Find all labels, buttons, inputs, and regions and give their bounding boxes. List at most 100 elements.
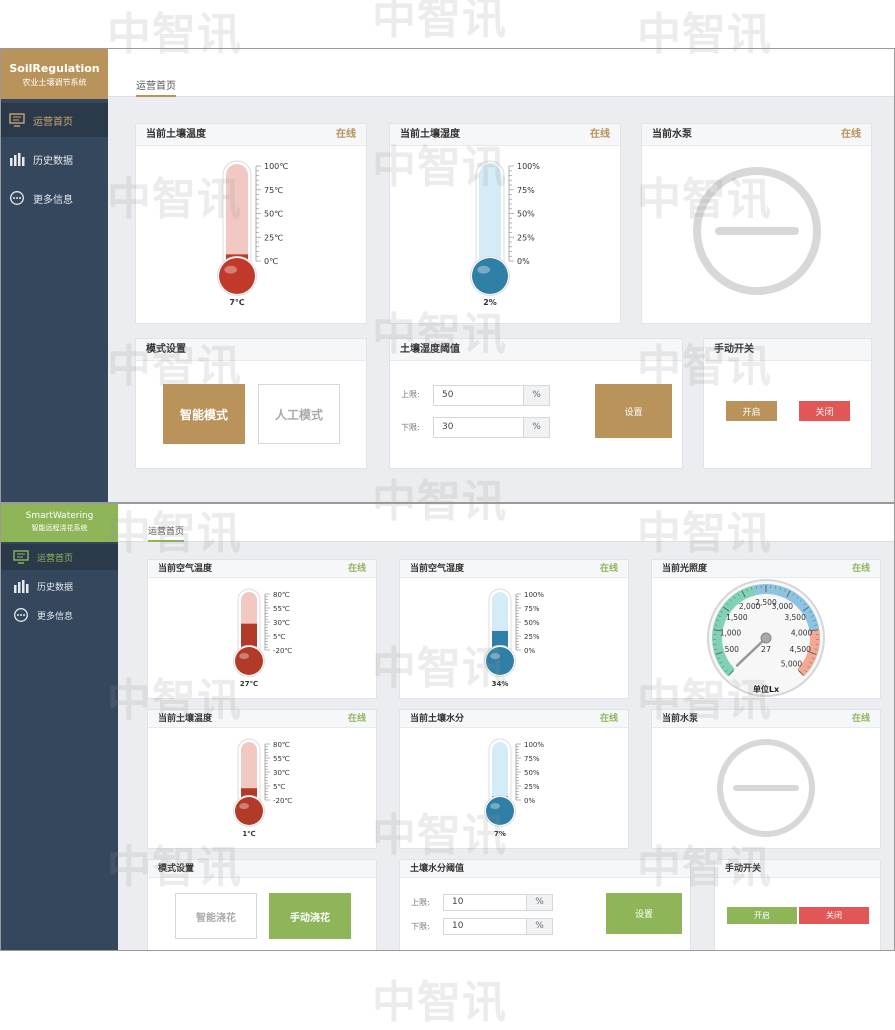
card-body: 100%75%50%25%0%2%	[390, 146, 620, 324]
upper-limit-input[interactable]: 10%	[443, 894, 553, 911]
card-body: 80℃55℃30℃5℃-20℃27℃	[148, 578, 376, 698]
pump-off-button[interactable]: 关闭	[799, 907, 869, 924]
light-intensity-card: 当前光照度在线 5001,0001,5002,0002,5003,0003,50…	[651, 559, 881, 699]
brand-subtitle: 农业土壤调节系统	[1, 77, 108, 88]
tick-label: 75%	[524, 755, 540, 763]
card-header: 当前水泵在线	[642, 124, 871, 146]
status-badge: 在线	[348, 710, 366, 728]
pump-on-button[interactable]: 开启	[727, 907, 797, 924]
soil-temperature-card: 当前土壤温度在线 80℃55℃30℃5℃-20℃1℃	[147, 709, 377, 849]
pump-off-button[interactable]: 关闭	[799, 401, 850, 421]
card-title: 当前土壤水分	[410, 714, 464, 724]
tick-label: 5℃	[273, 783, 285, 791]
tab-home[interactable]: 运营首页	[136, 77, 176, 97]
bulb	[235, 797, 263, 825]
pump-on-button[interactable]: 开启	[726, 401, 777, 421]
air-temperature-card: 当前空气温度在线 80℃55℃30℃5℃-20℃27℃	[147, 559, 377, 699]
bulb-highlight	[224, 266, 237, 274]
tick-label: 30℃	[273, 619, 290, 627]
scale-label: 3,500	[784, 613, 806, 622]
smart-mode-button[interactable]: 智能模式	[163, 384, 245, 444]
status-badge: 在线	[590, 124, 610, 146]
card-header: 模式设置	[148, 860, 376, 878]
scale-label: 1,000	[720, 628, 742, 637]
brand-name: SoilRegulation	[1, 62, 108, 75]
card-title: 土壤水分阈值	[410, 864, 464, 874]
upper-limit-label: 上限:	[401, 389, 420, 400]
current-reading: 7℃	[229, 298, 245, 307]
soil-humidity-card: 当前土壤湿度在线 100%75%50%25%0%2%	[389, 123, 621, 324]
manual-watering-button[interactable]: 手动浇花	[269, 893, 351, 939]
lower-limit-value: 10	[444, 919, 526, 934]
status-badge: 在线	[852, 560, 870, 578]
card-body: 100%75%50%25%0%7%	[400, 728, 628, 848]
tick-label: 25℃	[264, 233, 283, 242]
card-title: 土壤湿度阈值	[400, 344, 460, 355]
top-bar: 运营首页	[108, 49, 894, 97]
card-title: 手动开关	[714, 344, 754, 355]
tick-label: 50℃	[264, 210, 283, 219]
sidebar-item-history[interactable]: 历史数据	[1, 142, 108, 176]
scale-label: 4,500	[789, 645, 811, 654]
lower-limit-input[interactable]: 10%	[443, 918, 553, 935]
card-title: 当前水泵	[662, 714, 698, 724]
tick-label: 80℃	[273, 741, 290, 749]
bulb	[235, 647, 263, 675]
percent-unit: %	[526, 895, 552, 910]
card-header: 当前土壤湿度在线	[390, 124, 620, 146]
set-threshold-button[interactable]: 设置	[595, 384, 672, 438]
card-body: 智能模式 人工模式	[136, 361, 366, 469]
tick-label: 25%	[524, 633, 540, 641]
card-body: 80℃55℃30℃5℃-20℃1℃	[148, 728, 376, 848]
card-header: 当前土壤温度在线	[136, 124, 366, 146]
sidebar-item-home[interactable]: 运营首页	[1, 103, 108, 137]
tick-label: 0%	[517, 257, 530, 266]
lower-limit-label: 下限:	[411, 921, 430, 932]
tick-label: -20℃	[273, 647, 292, 655]
sidebar-item-home[interactable]: 运营首页	[1, 544, 118, 570]
bar-chart-icon	[13, 579, 29, 593]
needle-hub	[761, 633, 771, 643]
card-body	[652, 728, 880, 848]
tick-label: 80℃	[273, 591, 290, 599]
top-bar: 运营首页	[118, 504, 894, 542]
soil-temperature-card: 当前土壤温度在线 100℃75℃50℃25℃0℃7℃	[135, 123, 367, 324]
upper-limit-label: 上限:	[411, 897, 430, 908]
thermometer-gauge: 80℃55℃30℃5℃-20℃27℃	[148, 578, 376, 698]
tick-label: 5℃	[273, 633, 285, 641]
current-reading: 27℃	[240, 680, 258, 688]
brand-subtitle: 智能远程浇花系统	[1, 523, 118, 533]
scale-label: 4,000	[791, 628, 813, 637]
sidebar-item-label: 运营首页	[33, 113, 73, 128]
more-icon	[9, 191, 25, 205]
thermometer-gauge: 100℃75℃50℃25℃0℃7℃	[136, 146, 366, 324]
status-badge: 在线	[600, 560, 618, 578]
lower-limit-input[interactable]: 30%	[433, 417, 550, 438]
upper-limit-value: 50	[434, 386, 523, 405]
bulb	[472, 258, 508, 294]
card-header: 手动开关	[715, 860, 880, 878]
tick-label: 100%	[524, 741, 544, 749]
sidebar-item-label: 历史数据	[37, 580, 73, 593]
pump-card: 当前水泵在线	[651, 709, 881, 849]
tick-label: 75℃	[264, 186, 283, 195]
sidebar-item-more[interactable]: 更多信息	[1, 181, 108, 215]
sidebar-item-label: 运营首页	[37, 551, 73, 564]
card-title: 当前空气湿度	[410, 564, 464, 574]
sidebar: SmartWatering 智能远程浇花系统 运营首页 历史数据 更多信息	[1, 504, 118, 950]
threshold-card: 土壤水分阈值 上限: 10% 下限: 10% 设置	[399, 859, 691, 951]
sidebar-item-label: 更多信息	[37, 609, 73, 622]
manual-mode-button[interactable]: 人工模式	[258, 384, 340, 444]
card-title: 手动开关	[725, 864, 761, 874]
humidity-gauge: 100%75%50%25%0%2%	[390, 146, 620, 324]
tick-label: 75%	[517, 186, 535, 195]
smart-watering-button[interactable]: 智能浇花	[175, 893, 257, 939]
sidebar-item-history[interactable]: 历史数据	[1, 573, 118, 599]
tab-home[interactable]: 运营首页	[148, 524, 184, 542]
moisture-gauge: 100%75%50%25%0%7%	[400, 728, 628, 848]
bulb-highlight	[477, 266, 490, 274]
bulb-highlight	[239, 803, 249, 809]
set-threshold-button[interactable]: 设置	[606, 893, 682, 934]
sidebar-item-more[interactable]: 更多信息	[1, 602, 118, 628]
upper-limit-input[interactable]: 50%	[433, 385, 550, 406]
